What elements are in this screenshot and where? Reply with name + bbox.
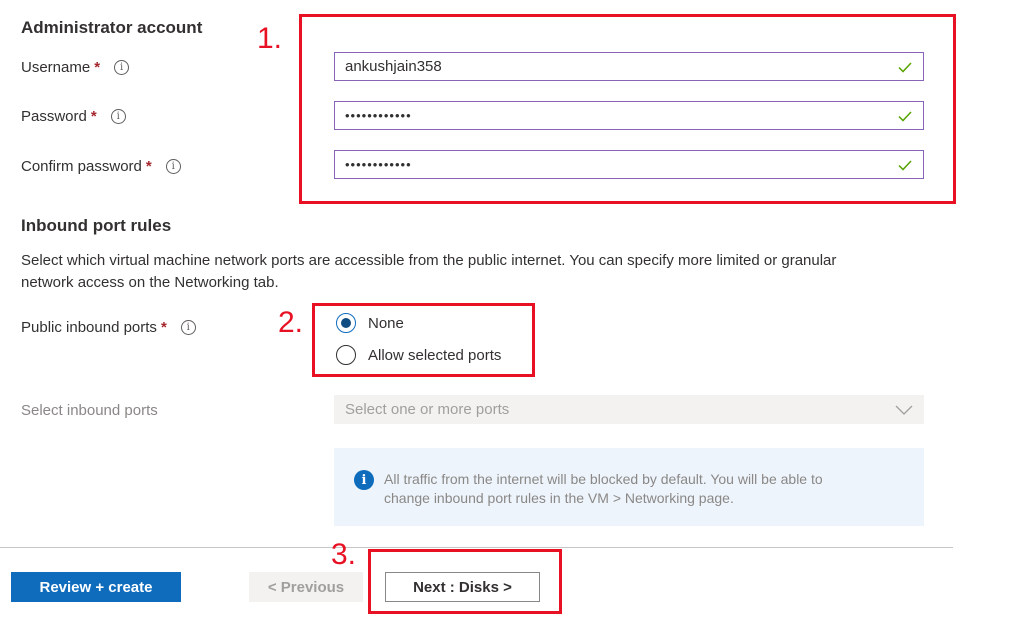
password-label-text: Password <box>21 108 87 125</box>
confirm-password-label-text: Confirm password <box>21 158 142 175</box>
annotation-number-1: 1. <box>257 22 283 55</box>
info-icon[interactable]: i <box>114 60 130 75</box>
info-icon[interactable]: i <box>180 320 196 335</box>
required-asterisk: * <box>145 158 152 175</box>
required-asterisk: * <box>160 319 167 336</box>
username-label-text: Username <box>21 59 91 76</box>
admin-account-title: Administrator account <box>21 18 203 37</box>
select-inbound-ports-dropdown: Select one or more ports <box>334 395 924 424</box>
required-asterisk: * <box>94 59 101 76</box>
required-asterisk: * <box>90 108 97 125</box>
username-label: Username * i <box>21 59 130 76</box>
info-banner-line2: change inbound port rules in the VM > Ne… <box>384 490 734 506</box>
info-banner-text: All traffic from the internet will be bl… <box>384 470 823 526</box>
inbound-description-line1: Select which virtual machine network por… <box>21 252 837 269</box>
public-inbound-ports-label: Public inbound ports * i <box>21 319 196 336</box>
public-inbound-ports-label-text: Public inbound ports <box>21 319 157 336</box>
info-icon[interactable]: i <box>165 159 181 174</box>
annotation-box-2 <box>312 303 535 377</box>
select-placeholder: Select one or more ports <box>345 401 510 418</box>
info-banner-line1: All traffic from the internet will be bl… <box>384 471 823 487</box>
password-label: Password * i <box>21 108 126 125</box>
inbound-rules-title: Inbound port rules <box>21 216 172 235</box>
previous-button: < Previous <box>249 572 363 602</box>
select-inbound-ports-label: Select inbound ports <box>21 402 158 419</box>
inbound-description-line2: network access on the Networking tab. <box>21 274 279 291</box>
annotation-number-3: 3. <box>331 538 357 571</box>
chevron-down-icon <box>895 405 913 415</box>
review-create-button[interactable]: Review + create <box>11 572 181 602</box>
next-disks-button[interactable]: Next : Disks > <box>385 572 540 602</box>
info-circle-icon: i <box>354 470 374 490</box>
info-banner: i All traffic from the internet will be … <box>334 448 924 526</box>
footer-divider <box>0 547 953 548</box>
inbound-description: Select which virtual machine network por… <box>21 250 941 294</box>
info-icon[interactable]: i <box>110 109 126 124</box>
annotation-box-1 <box>299 14 956 204</box>
confirm-password-label: Confirm password * i <box>21 158 181 175</box>
annotation-number-2: 2. <box>278 306 304 339</box>
